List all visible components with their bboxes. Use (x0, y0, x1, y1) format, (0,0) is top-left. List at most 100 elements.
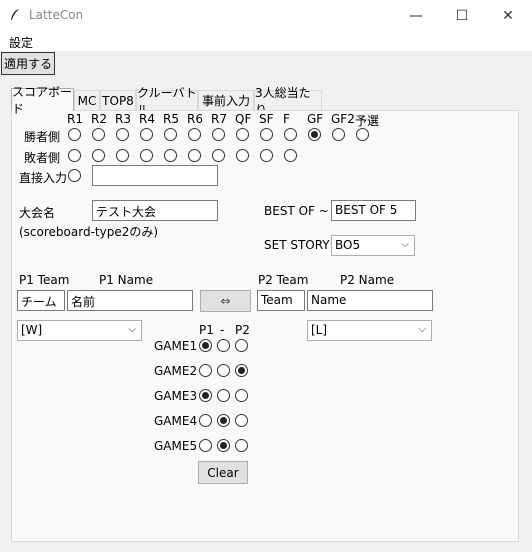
game-radio-p2[interactable] (235, 439, 248, 452)
round-header: R5 (163, 112, 179, 126)
game-label: GAME5 (154, 439, 198, 453)
game-radio-draw[interactable] (217, 389, 230, 402)
set-story-value: BO5 (335, 238, 361, 252)
winner-round-radio[interactable] (116, 128, 129, 141)
game-radio-draw[interactable] (217, 339, 230, 352)
tab-pre-input[interactable]: 事前入力 (198, 90, 254, 110)
p1-status-select[interactable]: [W] ⌵ (17, 320, 142, 341)
winner-round-radio[interactable] (260, 128, 273, 141)
game-radio-p2[interactable] (235, 364, 248, 377)
game-label: GAME3 (154, 389, 198, 403)
p1-team-label: P1 Team (19, 273, 70, 287)
loser-round-radio[interactable] (236, 149, 249, 162)
winner-round-radio[interactable] (236, 128, 249, 141)
menu-settings[interactable]: 設定 (9, 34, 33, 51)
winner-side-label: 勝者側 (24, 130, 61, 144)
tab-scoreboard[interactable]: スコアボード (11, 85, 74, 116)
round-header: GF2 (331, 112, 355, 126)
tab-round-robin[interactable]: 3人総当たり (254, 86, 322, 117)
round-header: R2 (91, 112, 107, 126)
winner-round-radio[interactable] (356, 128, 369, 141)
minimize-icon: — (409, 7, 423, 24)
swap-button[interactable]: ⇔ (200, 290, 251, 312)
feather-icon (11, 9, 19, 20)
tab-top8[interactable]: TOP8 (100, 90, 136, 110)
winner-round-radio[interactable] (332, 128, 345, 141)
set-story-label: SET STORY (264, 238, 330, 252)
winner-round-radio[interactable] (92, 128, 105, 141)
best-of-label: BEST OF ~ (264, 204, 329, 218)
chevron-down-icon: ⌵ (418, 324, 426, 335)
p2-name-input[interactable]: Name (307, 290, 433, 311)
clear-button[interactable]: Clear (198, 461, 248, 484)
game-radio-p1[interactable] (199, 414, 212, 427)
loser-round-radio[interactable] (116, 149, 129, 162)
round-header: 予選 (355, 114, 380, 128)
tournament-name-label: 大会名 (19, 206, 56, 220)
maximize-button[interactable]: ☐ (439, 0, 485, 31)
loser-round-radio[interactable] (92, 149, 105, 162)
loser-side-label: 敗者側 (24, 151, 61, 165)
p1-status-value: [W] (21, 323, 43, 337)
game-radio-p2[interactable] (235, 339, 248, 352)
winner-round-radio[interactable] (68, 128, 81, 141)
close-icon: ✕ (502, 7, 514, 24)
apply-button[interactable]: 適用する (1, 52, 55, 75)
direct-input-label: 直接入力 (19, 171, 68, 185)
close-button[interactable]: ✕ (485, 0, 531, 31)
game-radio-p1[interactable] (199, 439, 212, 452)
loser-round-radio[interactable] (212, 149, 225, 162)
round-header: R6 (187, 112, 203, 126)
round-header: QF (235, 112, 252, 126)
round-header: R4 (139, 112, 155, 126)
loser-round-radio[interactable] (140, 149, 153, 162)
p1-team-input[interactable]: チーム (17, 290, 65, 311)
round-header: R7 (211, 112, 227, 126)
p1-name-label: P1 Name (99, 273, 154, 287)
chevron-down-icon: ⌵ (128, 324, 136, 335)
winner-round-radio[interactable] (308, 128, 321, 141)
menu-bar (0, 31, 532, 51)
chevron-down-icon: ⌵ (401, 239, 409, 250)
game-radio-p1[interactable] (199, 364, 212, 377)
p1-name-input[interactable]: 名前 (67, 290, 193, 311)
game-radio-draw[interactable] (217, 414, 230, 427)
loser-round-radio[interactable] (164, 149, 177, 162)
minimize-button[interactable]: — (393, 0, 439, 31)
game-radio-draw[interactable] (217, 364, 230, 377)
p2-team-label: P2 Team (258, 273, 309, 287)
games-header-p2: P2 (235, 323, 250, 337)
direct-input-radio[interactable] (68, 169, 81, 182)
swap-icon: ⇔ (220, 294, 231, 308)
loser-round-radio[interactable] (260, 149, 273, 162)
p2-team-input[interactable]: Team (257, 290, 305, 311)
winner-round-radio[interactable] (188, 128, 201, 141)
loser-round-radio[interactable] (188, 149, 201, 162)
game-radio-p2[interactable] (235, 414, 248, 427)
winner-round-radio[interactable] (164, 128, 177, 141)
loser-round-radio[interactable] (68, 149, 81, 162)
best-of-input[interactable]: BEST OF 5 (331, 200, 416, 221)
game-radio-p1[interactable] (199, 339, 212, 352)
round-header: R3 (115, 112, 131, 126)
round-header: GF (307, 112, 324, 126)
direct-input-field[interactable] (92, 165, 218, 186)
tournament-name-input[interactable]: テスト大会 (92, 200, 218, 221)
winner-round-radio[interactable] (212, 128, 225, 141)
game-radio-p2[interactable] (235, 389, 248, 402)
game-radio-p1[interactable] (199, 389, 212, 402)
game-label: GAME4 (154, 414, 198, 428)
tab-mc[interactable]: MC (74, 90, 100, 110)
game-label: GAME1 (154, 339, 198, 353)
p2-name-label: P2 Name (340, 273, 395, 287)
p2-status-select[interactable]: [L] ⌵ (307, 320, 432, 341)
tab-crew-battle[interactable]: クルーバトル (136, 86, 198, 117)
round-header: F (283, 112, 290, 126)
winner-round-radio[interactable] (284, 128, 297, 141)
loser-round-radio[interactable] (284, 149, 297, 162)
game-label: GAME2 (154, 364, 198, 378)
game-radio-draw[interactable] (217, 439, 230, 452)
winner-round-radio[interactable] (140, 128, 153, 141)
round-header: SF (259, 112, 274, 126)
set-story-select[interactable]: BO5 ⌵ (331, 235, 415, 256)
